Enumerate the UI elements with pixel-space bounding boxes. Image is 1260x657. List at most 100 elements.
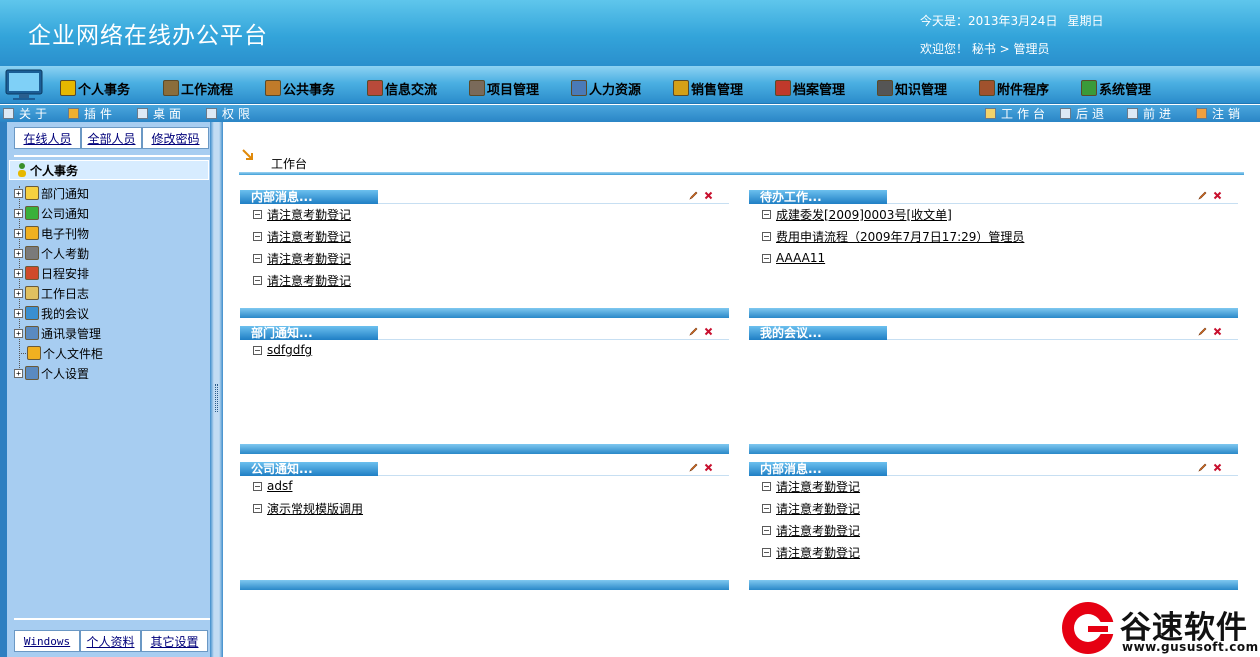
toolbar: 关于 插件 桌面 权限 工作台 后退 前进 注销 xyxy=(0,105,1260,122)
sidebar-item-label: 个人文件柜 xyxy=(43,346,104,361)
edit-icon[interactable] xyxy=(689,463,698,472)
close-icon[interactable] xyxy=(704,327,713,336)
edit-icon[interactable] xyxy=(689,327,698,336)
toolbar-item-left-2[interactable]: 插件 xyxy=(68,106,116,121)
expand-icon[interactable]: + xyxy=(14,188,23,198)
panel-list-item[interactable]: 费用申请流程（2009年7月7日17:29）管理员 xyxy=(762,228,1024,244)
tab-windows[interactable]: Windows xyxy=(14,630,80,652)
panel-list-item[interactable]: 请注意考勤登记 xyxy=(762,478,860,494)
toolbar-item-right-4[interactable]: 注销 xyxy=(1196,106,1244,121)
sidebar-item-7[interactable]: + 我的会议 xyxy=(14,304,89,322)
panel-title[interactable]: 内部消息... xyxy=(749,462,887,476)
panel-title[interactable]: 内部消息... xyxy=(240,190,378,204)
panel-list-item[interactable]: 演示常规模版调用 xyxy=(253,500,363,516)
panel-list-item[interactable]: 请注意考勤登记 xyxy=(253,206,351,222)
toolbar-item-label: 前进 xyxy=(1143,107,1176,121)
sidebar-item-8[interactable]: + 通讯录管理 xyxy=(14,324,101,342)
menu-item-4[interactable]: 信息交流 xyxy=(367,78,437,98)
expand-icon[interactable]: + xyxy=(14,328,23,338)
tab-profile[interactable]: 个人资料 xyxy=(80,630,141,652)
panel-item-link[interactable]: AAAA11 xyxy=(776,251,825,265)
tree-root-personal-affairs[interactable]: 个人事务 xyxy=(9,160,209,180)
panel-list-item[interactable]: 请注意考勤登记 xyxy=(253,250,351,266)
panel-item-link[interactable]: 请注意考勤登记 xyxy=(776,522,860,539)
splitter-grip[interactable] xyxy=(215,384,218,412)
expand-icon[interactable]: + xyxy=(14,228,23,238)
sidebar-item-6[interactable]: + 工作日志 xyxy=(14,284,89,302)
expand-icon[interactable]: + xyxy=(14,208,23,218)
panel-list-item[interactable]: 请注意考勤登记 xyxy=(253,272,351,288)
panel-list-item[interactable]: 成建委发[2009]0003号[收文单] xyxy=(762,206,952,222)
menu-item-7[interactable]: 销售管理 xyxy=(673,78,743,98)
edit-icon[interactable] xyxy=(1198,463,1207,472)
toolbar-item-left-3[interactable]: 桌面 xyxy=(137,106,185,121)
menu-item-2[interactable]: 工作流程 xyxy=(163,78,233,98)
panel-item-link[interactable]: 演示常规模版调用 xyxy=(267,500,363,517)
logout-icon xyxy=(1196,108,1207,119)
list-bullet-icon xyxy=(762,547,771,557)
panel-list-item[interactable]: sdfgdfg xyxy=(253,342,312,358)
edit-icon[interactable] xyxy=(1198,191,1207,200)
toolbar-item-right-1[interactable]: 工作台 xyxy=(985,106,1049,121)
panel-item-link[interactable]: 费用申请流程（2009年7月7日17:29）管理员 xyxy=(776,228,1024,245)
tab-change-password[interactable]: 修改密码 xyxy=(142,127,209,149)
close-icon[interactable] xyxy=(1213,191,1222,200)
panel-item-link[interactable]: 请注意考勤登记 xyxy=(267,206,351,223)
panel-item-link[interactable]: 请注意考勤登记 xyxy=(776,544,860,561)
panel-list-item[interactable]: adsf xyxy=(253,478,292,494)
toolbar-item-label: 工作台 xyxy=(1001,107,1050,121)
sidebar-item-1[interactable]: + 部门通知 xyxy=(14,184,89,202)
close-icon[interactable] xyxy=(1213,327,1222,336)
sidebar-item-10[interactable]: + 个人设置 xyxy=(14,364,89,382)
panel-title[interactable]: 公司通知... xyxy=(240,462,378,476)
menu-item-10[interactable]: 附件程序 xyxy=(979,78,1049,98)
toolbar-item-right-2[interactable]: 后退 xyxy=(1060,106,1108,121)
sidebar-item-3[interactable]: + 电子刊物 xyxy=(14,224,89,242)
menu-item-11[interactable]: 系统管理 xyxy=(1081,78,1151,98)
panel-item-link[interactable]: adsf xyxy=(267,479,292,493)
toolbar-item-label: 权限 xyxy=(222,107,255,121)
menu-item-5[interactable]: 项目管理 xyxy=(469,78,539,98)
sidebar-splitter[interactable] xyxy=(210,122,223,657)
panel-list-item[interactable]: 请注意考勤登记 xyxy=(762,500,860,516)
panel-item-link[interactable]: 请注意考勤登记 xyxy=(776,478,860,495)
sidebar-item-9[interactable]: 个人文件柜 xyxy=(14,344,103,362)
tab-other-settings[interactable]: 其它设置 xyxy=(141,630,208,652)
panel-list-item[interactable]: 请注意考勤登记 xyxy=(253,228,351,244)
expand-icon[interactable]: + xyxy=(14,268,23,278)
expand-icon[interactable]: + xyxy=(14,248,23,258)
close-icon[interactable] xyxy=(704,463,713,472)
toolbar-item-left-1[interactable]: 关于 xyxy=(3,106,51,121)
edit-icon[interactable] xyxy=(689,191,698,200)
panel-title[interactable]: 待办工作... xyxy=(749,190,887,204)
toolbar-item-left-4[interactable]: 权限 xyxy=(206,106,254,121)
panel-title[interactable]: 部门通知... xyxy=(240,326,378,340)
panel-item-link[interactable]: 成建委发[2009]0003号[收文单] xyxy=(776,206,952,223)
toolbar-item-right-3[interactable]: 前进 xyxy=(1127,106,1175,121)
menu-item-3[interactable]: 公共事务 xyxy=(265,78,335,98)
panel-list-item[interactable]: 请注意考勤登记 xyxy=(762,522,860,538)
menu-item-9[interactable]: 知识管理 xyxy=(877,78,947,98)
menu-item-1[interactable]: 个人事务 xyxy=(60,78,130,98)
expand-icon[interactable]: + xyxy=(14,308,23,318)
close-icon[interactable] xyxy=(1213,463,1222,472)
menu-item-8[interactable]: 档案管理 xyxy=(775,78,845,98)
menu-item-6[interactable]: 人力资源 xyxy=(571,78,641,98)
tab-online-users[interactable]: 在线人员 xyxy=(14,127,81,149)
tab-all-users[interactable]: 全部人员 xyxy=(81,127,142,149)
panel-item-link[interactable]: sdfgdfg xyxy=(267,343,312,357)
sidebar-item-2[interactable]: + 公司通知 xyxy=(14,204,89,222)
panel-item-link[interactable]: 请注意考勤登记 xyxy=(267,250,351,267)
panel-title[interactable]: 我的会议... xyxy=(749,326,887,340)
panel-list-item[interactable]: 请注意考勤登记 xyxy=(762,544,860,560)
panel-item-link[interactable]: 请注意考勤登记 xyxy=(267,228,351,245)
sidebar-item-5[interactable]: + 日程安排 xyxy=(14,264,89,282)
panel-item-link[interactable]: 请注意考勤登记 xyxy=(267,272,351,289)
expand-icon[interactable]: + xyxy=(14,288,23,298)
expand-icon[interactable]: + xyxy=(14,368,23,378)
close-icon[interactable] xyxy=(704,191,713,200)
panel-list-item[interactable]: AAAA11 xyxy=(762,250,825,266)
edit-icon[interactable] xyxy=(1198,327,1207,336)
sidebar-item-4[interactable]: + 个人考勤 xyxy=(14,244,89,262)
panel-item-link[interactable]: 请注意考勤登记 xyxy=(776,500,860,517)
